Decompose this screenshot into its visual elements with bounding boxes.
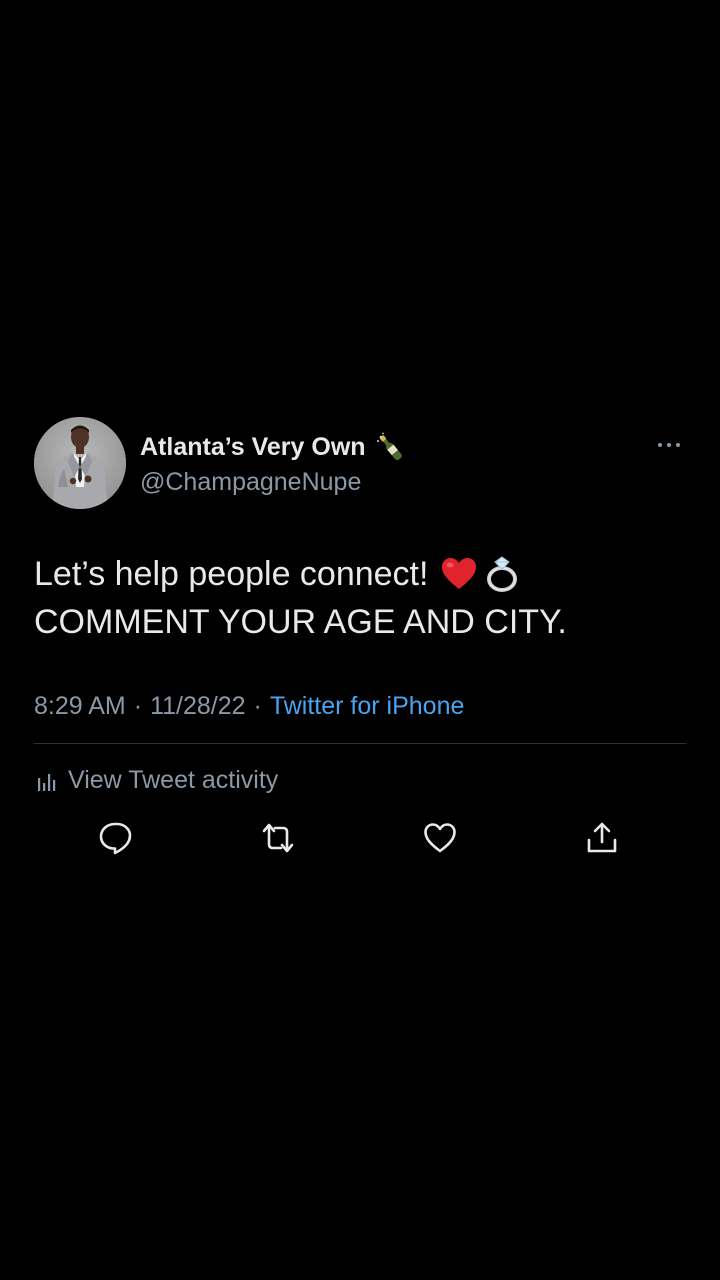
user-handle[interactable]: @ChampagneNupe — [140, 468, 408, 497]
tweet-date[interactable]: 11/28/22 — [150, 692, 245, 721]
tweet-text-content-1: Let’s help people connect! — [34, 555, 429, 593]
meta-separator: · — [133, 691, 143, 720]
share-icon[interactable] — [584, 820, 620, 856]
divider — [34, 743, 686, 744]
more-icon[interactable] — [656, 438, 682, 450]
ring-icon — [484, 555, 522, 593]
avatar-image — [34, 417, 126, 509]
display-name-row: Atlanta’s Very Own — [140, 430, 408, 466]
meta-separator: · — [253, 691, 262, 720]
red-heart-icon — [440, 555, 478, 593]
tweet-actions — [34, 820, 686, 860]
tweet-time[interactable]: 8:29 AM — [34, 692, 126, 721]
bar-chart-icon — [36, 769, 58, 791]
tweet-text: Let’s help people connect! COMMENT YOUR … — [34, 550, 686, 646]
display-name[interactable]: Atlanta’s Very Own — [140, 433, 366, 462]
avatar[interactable] — [34, 417, 126, 509]
user-names: Atlanta’s Very Own @ChampagneNupe — [140, 430, 408, 497]
tweet-meta: 8:29 AM · 11/28/22 · Twitter for iPhone — [34, 690, 686, 722]
champagne-bottle-icon — [374, 431, 408, 465]
retweet-icon[interactable] — [260, 820, 296, 856]
tweet-text-content-2: COMMENT YOUR AGE AND CITY. — [34, 603, 567, 641]
reply-icon[interactable] — [98, 820, 134, 856]
tweet-header: Atlanta’s Very Own @ChampagneNupe — [34, 416, 686, 510]
tweet-source-link[interactable]: Twitter for iPhone — [270, 692, 465, 721]
tweet: Atlanta’s Very Own @ChampagneNupe Let’s … — [34, 416, 686, 855]
tweet-text-line-2: COMMENT YOUR AGE AND CITY. — [34, 598, 686, 646]
view-tweet-activity-button[interactable]: View Tweet activity — [34, 764, 686, 796]
tweet-text-line-1: Let’s help people connect! — [34, 550, 686, 598]
activity-label: View Tweet activity — [68, 765, 279, 794]
heart-icon[interactable] — [422, 820, 458, 856]
